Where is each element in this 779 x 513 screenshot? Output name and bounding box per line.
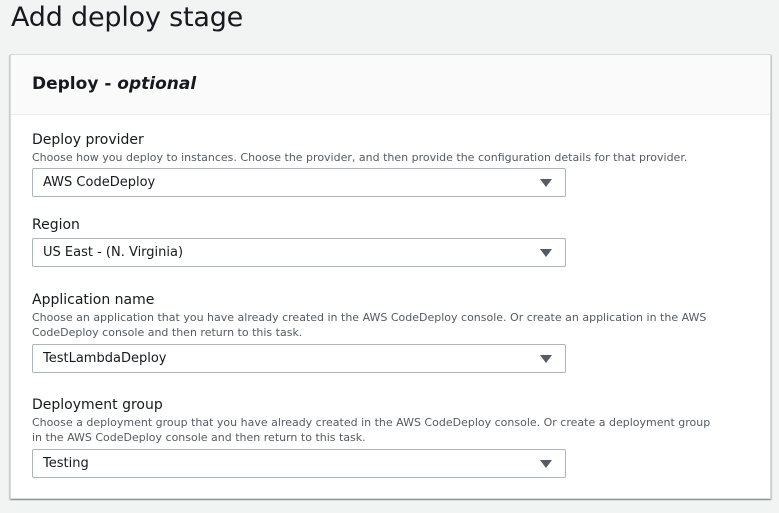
- deploy-provider-description: Choose how you deploy to instances. Choo…: [32, 151, 688, 164]
- application-name-description: Choose an application that you have alre…: [32, 311, 707, 339]
- page-title: Add deploy stage: [11, 2, 244, 33]
- deployment-group-value: Testing: [43, 456, 89, 471]
- panel-header: Deploy - optional: [11, 55, 770, 115]
- panel-heading: Deploy - optional: [32, 74, 196, 94]
- deploy-provider-select[interactable]: AWS CodeDeploy: [32, 168, 566, 197]
- deployment-group-label: Deployment group: [32, 397, 163, 413]
- application-name-value: TestLambdaDeploy: [43, 351, 167, 366]
- region-select[interactable]: US East - (N. Virginia): [32, 238, 566, 267]
- application-name-select[interactable]: TestLambdaDeploy: [32, 344, 566, 373]
- caret-down-icon: [540, 249, 552, 257]
- deployment-group-field: Deployment group Choose a deployment gro…: [32, 396, 732, 478]
- caret-down-icon: [540, 179, 552, 187]
- application-name-label: Application name: [32, 292, 155, 308]
- deploy-provider-label: Deploy provider: [32, 132, 144, 148]
- region-label: Region: [32, 217, 80, 233]
- caret-down-icon: [540, 460, 552, 468]
- application-name-field: Application name Choose an application t…: [32, 291, 732, 373]
- deploy-provider-field: Deploy provider Choose how you deploy to…: [32, 131, 732, 197]
- panel-heading-text: Deploy -: [32, 74, 112, 94]
- deploy-panel: Deploy - optional Deploy provider Choose…: [10, 54, 771, 499]
- region-field: Region US East - (N. Virginia): [32, 216, 732, 267]
- deployment-group-description: Choose a deployment group that you have …: [32, 416, 711, 444]
- deploy-provider-value: AWS CodeDeploy: [43, 175, 156, 190]
- caret-down-icon: [540, 355, 552, 363]
- region-value: US East - (N. Virginia): [43, 245, 184, 260]
- deployment-group-select[interactable]: Testing: [32, 449, 566, 478]
- panel-heading-optional: optional: [117, 74, 197, 94]
